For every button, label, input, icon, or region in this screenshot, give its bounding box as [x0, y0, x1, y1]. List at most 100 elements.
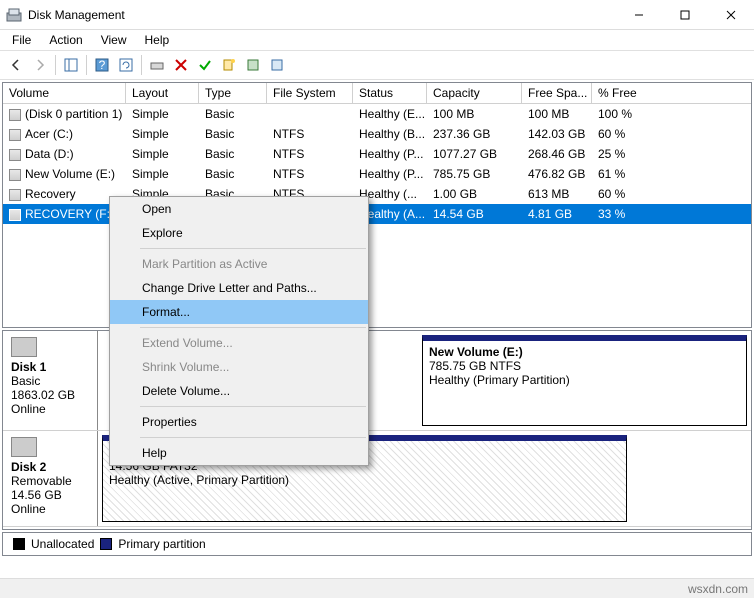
cell-layout: Simple [126, 144, 199, 164]
menu-action[interactable]: Action [41, 31, 90, 49]
window-title: Disk Management [28, 8, 616, 22]
menu-separator [140, 248, 366, 249]
close-button[interactable] [708, 0, 754, 29]
part-title: New Volume (E:) [429, 345, 523, 359]
cell-pfree: 61 % [592, 164, 680, 184]
properties-icon[interactable] [241, 53, 265, 77]
app-icon [6, 7, 22, 23]
back-button[interactable] [4, 53, 28, 77]
col-free[interactable]: Free Spa... [522, 83, 592, 103]
delete-icon[interactable] [169, 53, 193, 77]
show-hide-tree-icon[interactable] [59, 53, 83, 77]
menu-help[interactable]: Help [137, 31, 178, 49]
disk-state: Online [11, 502, 46, 516]
disk-name: Disk 1 [11, 360, 46, 374]
cell-free: 4.81 GB [522, 204, 592, 224]
cell-type: Basic [199, 124, 267, 144]
part-status: Healthy (Primary Partition) [429, 373, 570, 387]
forward-button[interactable] [28, 53, 52, 77]
menu-item-properties[interactable]: Properties [110, 410, 368, 434]
maximize-button[interactable] [662, 0, 708, 29]
menu-separator [140, 406, 366, 407]
cell-free: 100 MB [522, 104, 592, 124]
cell-status: Healthy (B... [353, 124, 427, 144]
cell-capacity: 237.36 GB [427, 124, 522, 144]
status-text: wsxdn.com [688, 582, 748, 596]
col-status[interactable]: Status [353, 83, 427, 103]
cell-layout: Simple [126, 124, 199, 144]
col-layout[interactable]: Layout [126, 83, 199, 103]
legend-primary: Primary partition [118, 537, 205, 551]
menu-item-mark-partition-as-active: Mark Partition as Active [110, 252, 368, 276]
cell-free: 476.82 GB [522, 164, 592, 184]
menu-separator [140, 437, 366, 438]
cell-fs: NTFS [267, 124, 353, 144]
cell-volume: Data (D:) [3, 144, 126, 164]
partition[interactable]: New Volume (E:) 785.75 GB NTFS Healthy (… [422, 335, 747, 426]
cell-volume: (Disk 0 partition 1) [3, 104, 126, 124]
disk-type: Basic [11, 374, 40, 388]
cell-pfree: 60 % [592, 124, 680, 144]
check-icon[interactable] [193, 53, 217, 77]
cell-fs: NTFS [267, 144, 353, 164]
svg-text:?: ? [99, 58, 106, 72]
drive-icon[interactable] [145, 53, 169, 77]
cell-capacity: 785.75 GB [427, 164, 522, 184]
disk-label[interactable]: Disk 1 Basic 1863.02 GB Online [3, 331, 98, 430]
part-size: 785.75 GB NTFS [429, 359, 521, 373]
legend: Unallocated Primary partition [2, 532, 752, 556]
cell-fs: NTFS [267, 164, 353, 184]
cell-free: 613 MB [522, 184, 592, 204]
menu-item-delete-volume[interactable]: Delete Volume... [110, 379, 368, 403]
disk-name: Disk 2 [11, 460, 46, 474]
cell-pfree: 25 % [592, 144, 680, 164]
cell-status: Healthy (E... [353, 104, 427, 124]
col-type[interactable]: Type [199, 83, 267, 103]
disk-label[interactable]: Disk 2 Removable 14.56 GB Online [3, 431, 98, 526]
volume-row[interactable]: New Volume (E:)SimpleBasicNTFSHealthy (P… [3, 164, 751, 184]
help-icon[interactable]: ? [90, 53, 114, 77]
cell-capacity: 1077.27 GB [427, 144, 522, 164]
cell-status: Healthy (P... [353, 164, 427, 184]
col-capacity[interactable]: Capacity [427, 83, 522, 103]
part-status: Healthy (Active, Primary Partition) [109, 473, 289, 487]
menu-item-format[interactable]: Format... [110, 300, 368, 324]
menu-file[interactable]: File [4, 31, 39, 49]
disk-drive-icon [11, 337, 37, 357]
legend-unallocated: Unallocated [31, 537, 94, 551]
cell-volume: Recovery [3, 184, 126, 204]
volume-row[interactable]: Acer (C:)SimpleBasicNTFSHealthy (B...237… [3, 124, 751, 144]
disk-drive-icon [11, 437, 37, 457]
volume-row[interactable]: Data (D:)SimpleBasicNTFSHealthy (P...107… [3, 144, 751, 164]
swatch-primary [100, 538, 112, 550]
list-header: Volume Layout Type File System Status Ca… [3, 83, 751, 104]
cell-pfree: 33 % [592, 204, 680, 224]
refresh-icon[interactable] [114, 53, 138, 77]
disk-size: 1863.02 GB [11, 388, 75, 402]
menu-item-extend-volume: Extend Volume... [110, 331, 368, 355]
cell-free: 142.03 GB [522, 124, 592, 144]
cell-layout: Simple [126, 104, 199, 124]
settings-icon[interactable] [265, 53, 289, 77]
disk-size: 14.56 GB [11, 488, 62, 502]
disk-state: Online [11, 402, 46, 416]
col-pfree[interactable]: % Free [592, 83, 680, 103]
col-filesystem[interactable]: File System [267, 83, 353, 103]
cell-pfree: 60 % [592, 184, 680, 204]
minimize-button[interactable] [616, 0, 662, 29]
menu-item-open[interactable]: Open [110, 197, 368, 221]
menu-view[interactable]: View [93, 31, 135, 49]
menu-item-help[interactable]: Help [110, 441, 368, 465]
cell-type: Basic [199, 144, 267, 164]
menu-separator [140, 327, 366, 328]
new-icon[interactable] [217, 53, 241, 77]
menu-item-change-drive-letter-and-paths[interactable]: Change Drive Letter and Paths... [110, 276, 368, 300]
menu-item-explore[interactable]: Explore [110, 221, 368, 245]
menu-item-shrink-volume: Shrink Volume... [110, 355, 368, 379]
titlebar: Disk Management [0, 0, 754, 30]
disk-type: Removable [11, 474, 72, 488]
cell-volume: RECOVERY (F:) [3, 204, 126, 224]
cell-status: Healthy (P... [353, 144, 427, 164]
volume-row[interactable]: (Disk 0 partition 1)SimpleBasicHealthy (… [3, 104, 751, 124]
col-volume[interactable]: Volume [3, 83, 126, 103]
